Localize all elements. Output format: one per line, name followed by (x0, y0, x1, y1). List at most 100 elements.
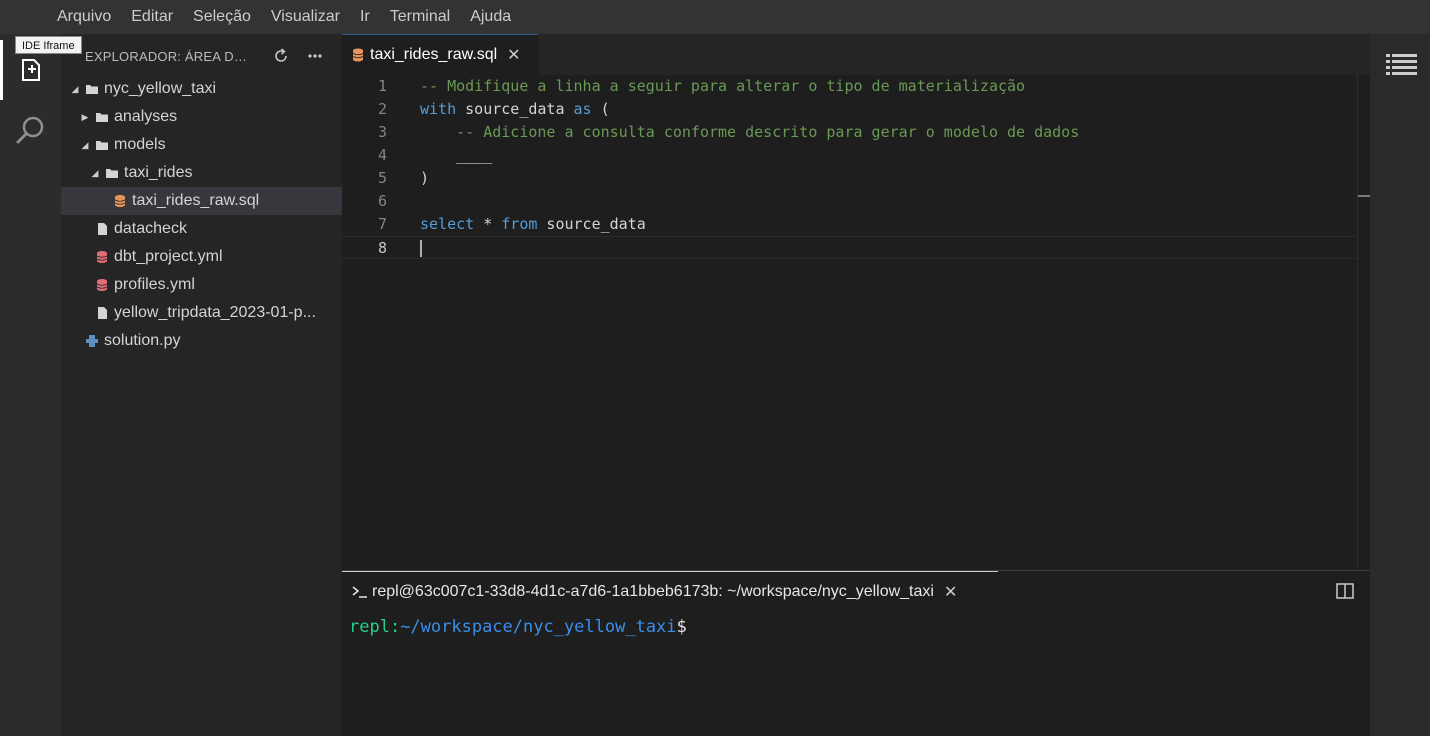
menu-item-editar[interactable]: Editar (121, 2, 183, 32)
tree-item[interactable]: solution.py (61, 327, 342, 355)
code-text: ____ (420, 144, 492, 167)
code-text: -- Modifique a linha a seguir para alter… (420, 75, 1025, 98)
code-token: source_data (537, 215, 646, 233)
tree-item-label: nyc_yellow_taxi (104, 80, 217, 97)
database-file-icon (352, 48, 364, 62)
ellipsis-icon (308, 54, 322, 58)
file-icon (98, 307, 107, 319)
line-number: 8 (377, 239, 387, 257)
line-number: 1 (377, 77, 387, 95)
tree-item-label: solution.py (104, 332, 181, 349)
explorer-title: EXPLORADOR: ÁREA DE... (85, 48, 253, 64)
database-file-icon (96, 279, 108, 291)
code-line[interactable]: 5) (342, 167, 1357, 190)
list-view-icon[interactable] (1386, 52, 1417, 78)
terminal-icon (352, 585, 367, 598)
tree-item[interactable]: datacheck (61, 215, 342, 243)
tab-label: taxi_rides_raw.sql (370, 46, 498, 63)
prompt-user: repl: (349, 617, 401, 637)
terminal-tab[interactable]: repl@63c007c1-33d8-4d1c-a7d6-1a1bbeb6173… (342, 571, 998, 611)
code-line[interactable]: 6 (342, 190, 1357, 213)
tree-item[interactable]: ◢ nyc_yellow_taxi (61, 75, 342, 103)
code-token: * (474, 215, 502, 233)
folder-icon (86, 85, 98, 94)
folder-icon (96, 141, 108, 150)
keyword-token: as (573, 100, 592, 118)
keyword-token: with (420, 100, 457, 118)
code-line[interactable]: 3 -- Adicione a consulta conforme descri… (342, 121, 1357, 144)
tree-item[interactable]: ▶ analyses (61, 103, 342, 131)
code-line[interactable]: 1 -- Modifique a linha a seguir para alte… (342, 75, 1357, 98)
tree-item[interactable]: taxi_rides_raw.sql (61, 187, 342, 215)
code-line[interactable]: 8 (342, 236, 1357, 259)
chevron-down-icon[interactable]: ◢ (89, 168, 101, 179)
tree-item[interactable]: dbt_project.yml (61, 243, 342, 271)
database-file-icon (96, 251, 108, 263)
code-token: ( (591, 100, 610, 118)
editor-tabs: taxi_rides_raw.sql ✕ (342, 34, 1370, 75)
code-token: ) (420, 169, 430, 187)
chevron-down-icon[interactable]: ◢ (79, 140, 91, 151)
terminal-prompt[interactable]: repl:~/workspace/nyc_yellow_taxi$ (349, 617, 687, 637)
tooltip: IDE Iframe (15, 36, 82, 54)
keyword-token: from (501, 215, 538, 233)
prompt-path: ~/workspace/nyc_yellow_taxi (400, 617, 677, 637)
code-text: with source_data as ( (420, 98, 610, 121)
tree-item-label: analyses (114, 108, 178, 125)
file-tree: ◢ nyc_yellow_taxi ▶ analyses ◢ models ◢ taxi_ri… (61, 75, 342, 355)
menu-item-ir[interactable]: Ir (350, 2, 380, 32)
line-number: 4 (377, 146, 387, 164)
python-file-icon (86, 335, 98, 347)
folder-icon (96, 113, 108, 122)
search-button[interactable] (0, 100, 61, 160)
tree-item[interactable]: profiles.yml (61, 271, 342, 299)
comment-token: -- Modifique a linha a seguir para alter… (420, 77, 1026, 95)
overview-ruler-mark (1358, 195, 1370, 197)
line-number: 3 (377, 123, 387, 141)
tree-item[interactable]: ◢ taxi_rides (61, 159, 342, 187)
code-line[interactable]: 2 with source_data as ( (342, 98, 1357, 121)
close-terminal-icon[interactable]: ✕ (944, 582, 957, 602)
code-line[interactable]: 4 ____ (342, 144, 1357, 167)
code-text: ) (420, 167, 429, 190)
refresh-icon (275, 48, 287, 62)
folder-icon (106, 169, 118, 178)
activity-bar (0, 34, 61, 736)
tree-item[interactable]: ◢ models (61, 131, 342, 159)
prompt-sign: $ (676, 617, 687, 637)
refresh-button[interactable] (271, 46, 291, 66)
more-actions-button[interactable] (305, 46, 325, 66)
tree-item-label: models (114, 136, 166, 153)
split-editor-icon (1336, 583, 1354, 599)
search-icon (16, 116, 43, 144)
chevron-down-icon[interactable]: ◢ (69, 84, 81, 95)
tree-item-label: taxi_rides_raw.sql (132, 192, 260, 209)
code-token: source_data (456, 100, 574, 118)
line-number: 7 (377, 215, 387, 233)
split-terminal-button[interactable] (1336, 583, 1354, 599)
close-tab-icon[interactable]: ✕ (507, 45, 520, 65)
menu-item-ajuda[interactable]: Ajuda (460, 2, 521, 32)
code-line[interactable]: 7 select * from source_data (342, 213, 1357, 236)
editor-scrollbar[interactable] (1357, 75, 1358, 570)
terminal-panel: repl@63c007c1-33d8-4d1c-a7d6-1a1bbeb6173… (342, 570, 1370, 736)
database-file-icon (114, 195, 126, 207)
tree-item[interactable]: yellow_tripdata_2023-01-p... (61, 299, 342, 327)
tree-item-label: dbt_project.yml (114, 248, 223, 265)
tree-item-label: profiles.yml (114, 276, 195, 293)
tree-item-label: yellow_tripdata_2023-01-p... (114, 304, 316, 321)
comment-token: -- Adicione a consulta conforme descrito… (420, 123, 1080, 141)
menu-item-seleção[interactable]: Seleção (183, 2, 261, 32)
menu-item-arquivo[interactable]: Arquivo (47, 2, 121, 32)
right-gutter (1370, 34, 1430, 736)
tab-taxi-rides-raw-sql[interactable]: taxi_rides_raw.sql ✕ (342, 34, 538, 75)
menu-item-terminal[interactable]: Terminal (380, 2, 460, 32)
line-number: 5 (377, 169, 387, 187)
chevron-right-icon[interactable]: ▶ (79, 112, 91, 123)
code-token: ____ (420, 146, 493, 164)
file-icon (98, 223, 107, 235)
menu-item-visualizar[interactable]: Visualizar (261, 2, 350, 32)
text-cursor (420, 240, 422, 257)
explorer-header: EXPLORADOR: ÁREA DE... (61, 34, 342, 78)
code-editor[interactable]: 1 -- Modifique a linha a seguir para alte… (342, 75, 1370, 570)
